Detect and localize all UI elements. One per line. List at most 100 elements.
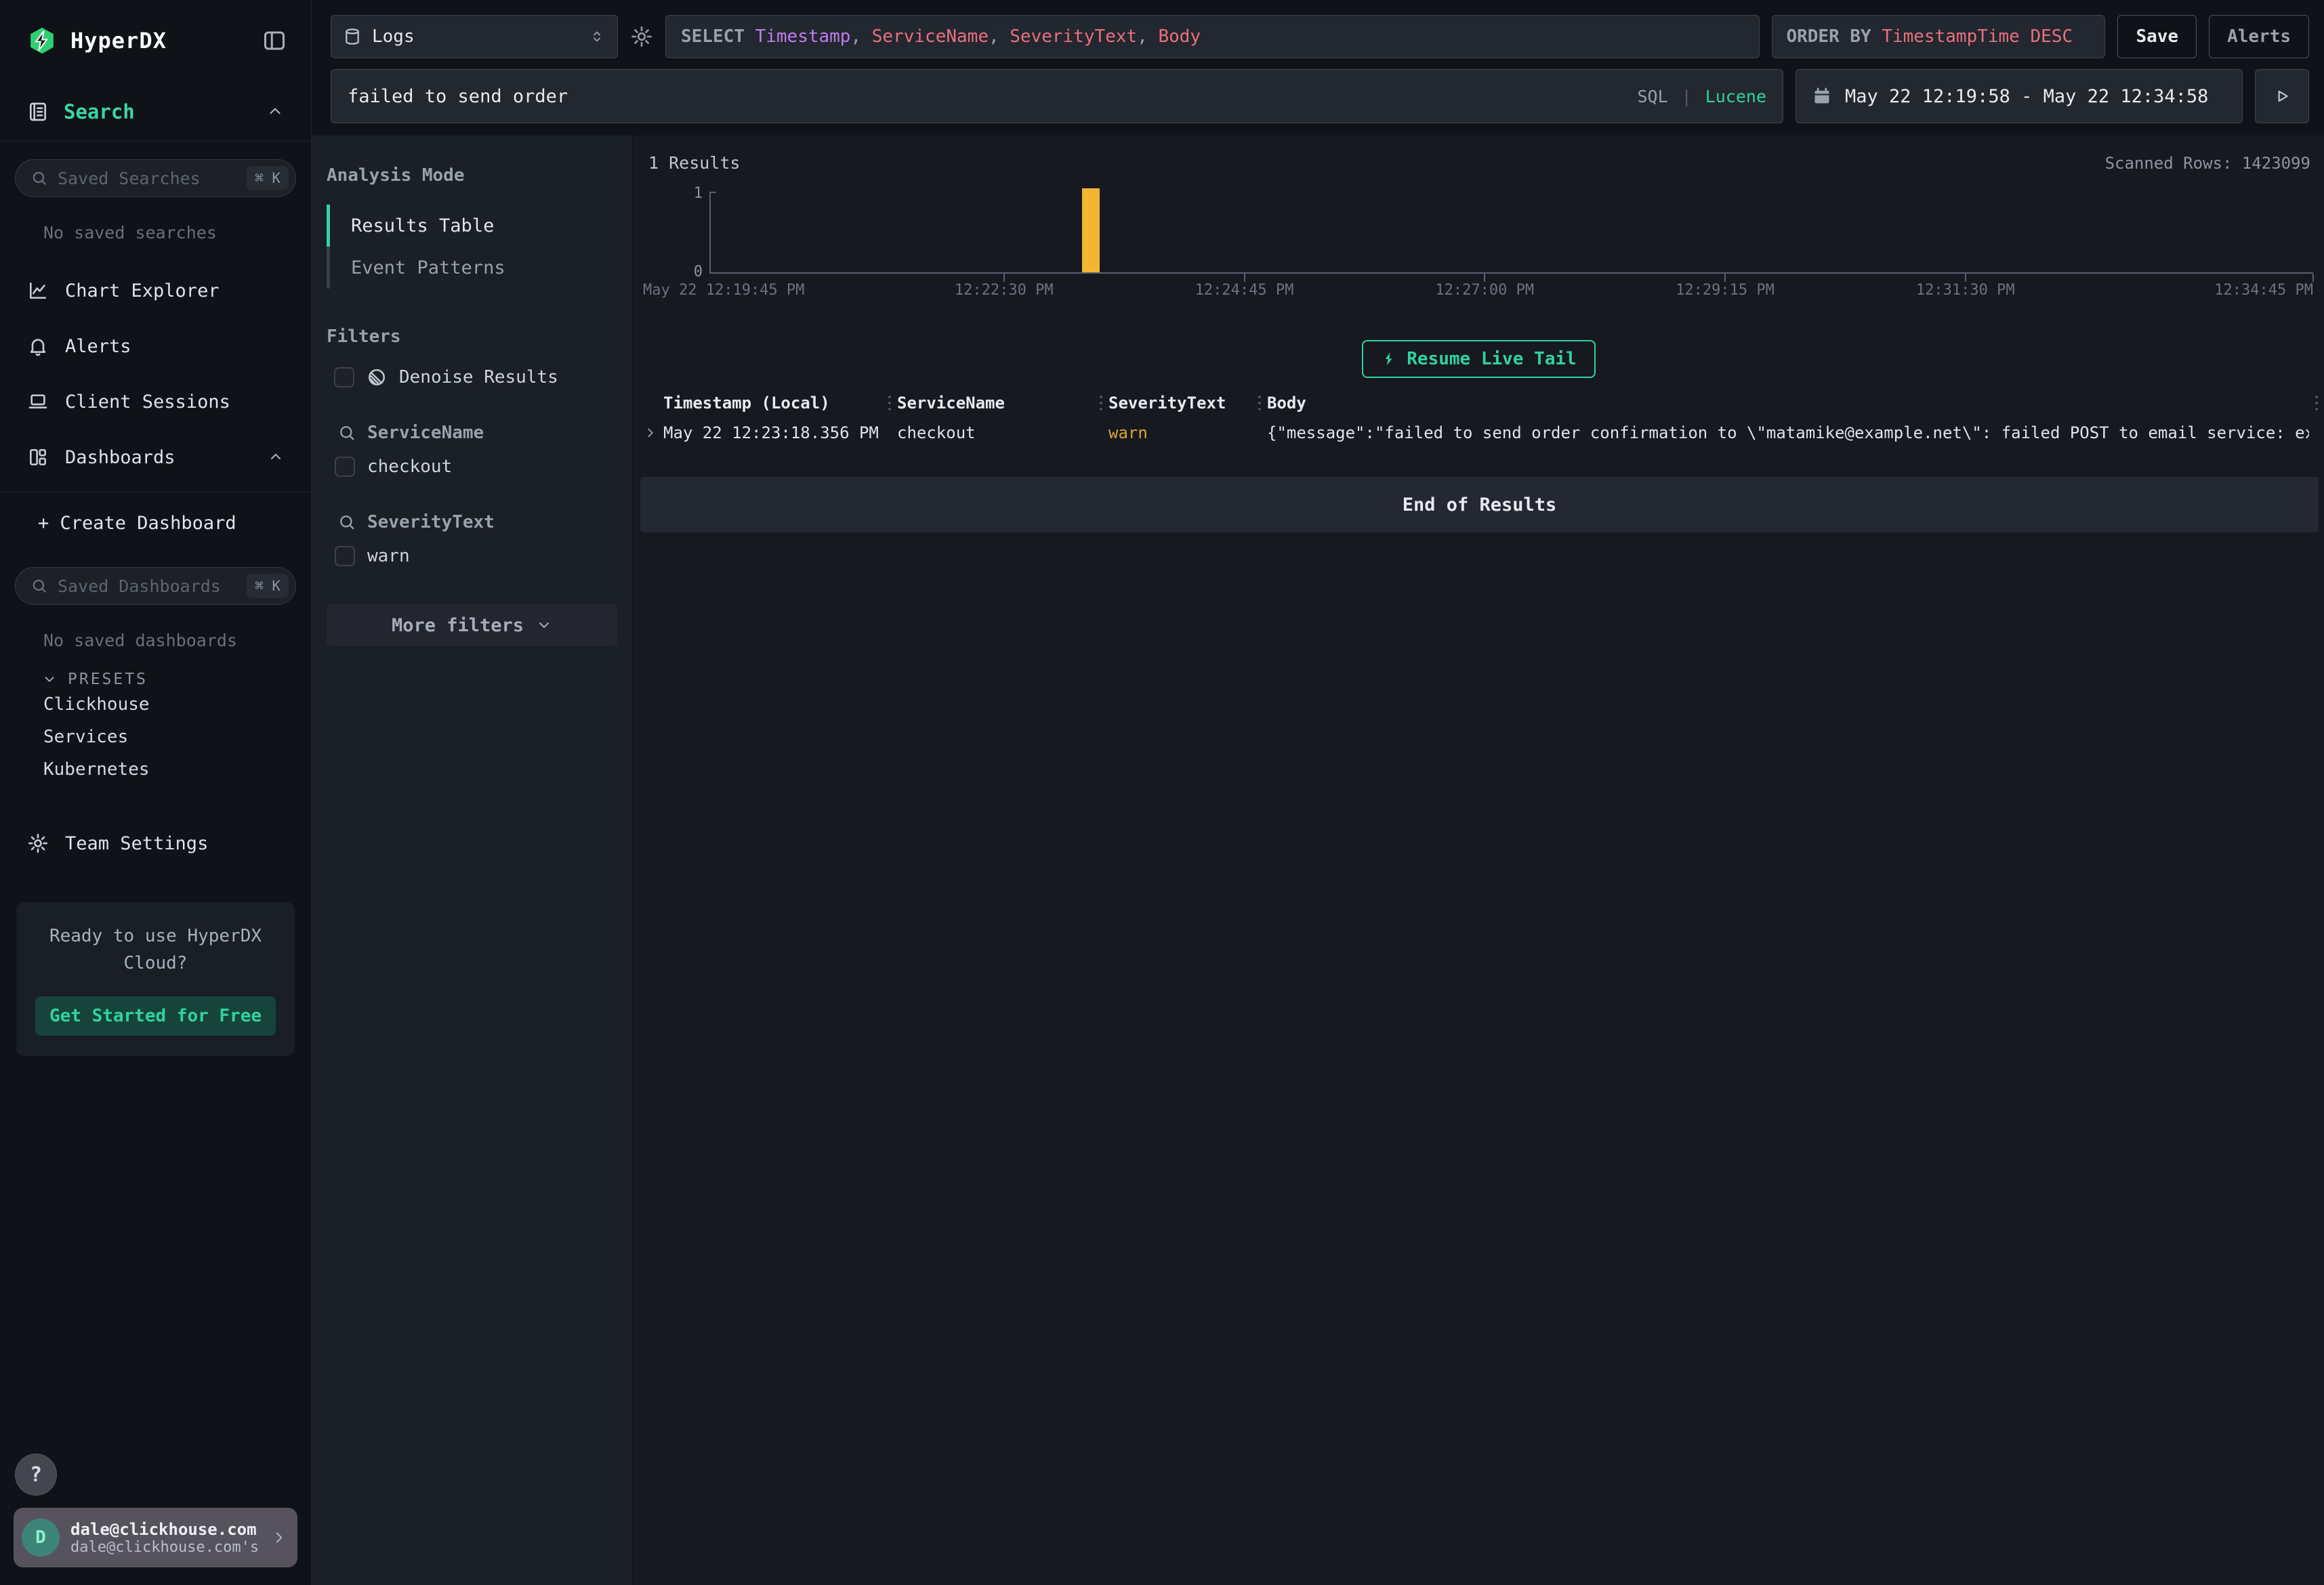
sidebar-item-search[interactable]: Search <box>0 100 311 142</box>
more-filters-button[interactable]: More filters <box>327 604 617 646</box>
chevron-up-icon[interactable] <box>268 449 284 465</box>
search-query-input[interactable]: failed to send order SQL | Lucene <box>331 69 1783 123</box>
filters-label: Filters <box>327 326 617 347</box>
create-dashboard-button[interactable]: + Create Dashboard <box>0 496 311 549</box>
x-axis-label: 12:27:00 PM <box>1435 282 1534 299</box>
checkout-checkbox[interactable] <box>335 457 355 477</box>
resume-live-tail-label: Resume Live Tail <box>1407 349 1576 369</box>
shortcut-badge: ⌘ K <box>247 574 289 598</box>
spacer <box>0 1056 311 1454</box>
topbar-row-1: Logs SELECT Timestamp, ServiceName, Seve… <box>331 15 2309 58</box>
sql-field-timestamp: Timestamp <box>755 26 851 47</box>
sidebar-item-chart-explorer[interactable]: Chart Explorer <box>0 263 311 318</box>
order-by-input[interactable]: ORDER BY TimestampTime DESC <box>1772 15 2105 58</box>
denoise-filter: Denoise Results <box>327 367 617 387</box>
saved-dashboards-field[interactable] <box>58 576 237 596</box>
live-tail-row: Resume Live Tail <box>634 340 2324 378</box>
chevron-up-icon[interactable] <box>266 103 284 121</box>
table-row[interactable]: May 22 12:23:18.356 PM checkout warn {"m… <box>634 419 2324 447</box>
sql-field-servicename: ServiceName <box>872 26 989 47</box>
user-subtext: dale@clickhouse.com's <box>70 1539 260 1556</box>
calendar-icon <box>1812 87 1831 106</box>
mode-results-table[interactable]: Results Table <box>351 205 617 247</box>
preset-clickhouse[interactable]: Clickhouse <box>0 688 311 721</box>
date-range-value: May 22 12:19:58 - May 22 12:34:58 <box>1845 86 2208 107</box>
presets-toggle[interactable]: PRESETS <box>0 671 311 688</box>
gear-icon <box>27 832 49 854</box>
column-resize-handle-icon[interactable] <box>1094 394 1108 412</box>
filter-option-label[interactable]: checkout <box>367 457 452 477</box>
avatar: D <box>22 1519 60 1557</box>
x-axis-label: 12:31:30 PM <box>1916 282 2015 299</box>
cell-timestamp: May 22 12:23:18.356 PM <box>663 423 882 442</box>
sidebar-item-team-settings[interactable]: Team Settings <box>0 816 311 871</box>
user-email: dale@clickhouse.com <box>70 1520 260 1539</box>
column-severitytext: SeverityText <box>1108 394 1252 413</box>
cell-severitytext: warn <box>1108 423 1252 442</box>
x-axis-line <box>709 272 2313 274</box>
sidebar-item-client-sessions[interactable]: Client Sessions <box>0 374 311 429</box>
row-expand-chevron-icon[interactable] <box>643 425 663 440</box>
saved-dashboards-input[interactable]: ⌘ K <box>15 567 296 605</box>
alerts-button[interactable]: Alerts <box>2209 15 2309 58</box>
preset-kubernetes[interactable]: Kubernetes <box>0 753 311 786</box>
search-section-label: Search <box>64 100 251 123</box>
denoise-checkbox[interactable] <box>334 367 354 387</box>
filter-group-header[interactable]: SeverityText <box>327 512 617 532</box>
saved-searches-input[interactable]: ⌘ K <box>15 159 296 197</box>
topbar-row-2: failed to send order SQL | Lucene May 22… <box>331 69 2309 123</box>
warn-checkbox[interactable] <box>335 546 355 566</box>
date-range-picker[interactable]: May 22 12:19:58 - May 22 12:34:58 <box>1796 69 2243 123</box>
comma: , <box>850 26 861 47</box>
end-of-results: End of Results <box>640 477 2319 532</box>
column-servicename: ServiceName <box>897 394 1094 413</box>
nav-label: Alerts <box>65 336 284 357</box>
results-count: 1 Results <box>648 153 740 173</box>
search-journal-icon <box>27 101 49 123</box>
resume-live-tail-button[interactable]: Resume Live Tail <box>1362 340 1595 378</box>
histogram-bar[interactable] <box>1082 188 1100 272</box>
source-select[interactable]: Logs <box>331 15 618 58</box>
analysis-mode-list: Results Table Event Patterns <box>327 205 617 289</box>
sidebar-nav: Chart Explorer Alerts Client Sessions Da… <box>0 263 311 485</box>
user-menu[interactable]: D dale@clickhouse.com dale@clickhouse.co… <box>14 1508 297 1567</box>
preset-services[interactable]: Services <box>0 721 311 753</box>
save-button[interactable]: Save <box>2117 15 2197 58</box>
nav-label: Chart Explorer <box>65 280 284 301</box>
select-updown-icon <box>589 28 605 45</box>
column-resize-handle-icon[interactable] <box>2309 394 2324 412</box>
no-saved-dashboards-text: No saved dashboards <box>0 631 311 650</box>
chart-line-icon <box>27 280 49 301</box>
source-settings-gear-icon[interactable] <box>630 25 653 48</box>
filter-group-header[interactable]: ServiceName <box>327 423 617 443</box>
select-columns-input[interactable]: SELECT Timestamp, ServiceName, SeverityT… <box>665 15 1760 58</box>
saved-searches-field[interactable] <box>58 169 237 188</box>
column-resize-handle-icon[interactable] <box>1252 394 1267 412</box>
mode-lucene-toggle[interactable]: Lucene <box>1705 87 1766 106</box>
cell-body: {"message":"failed to send order confirm… <box>1267 423 2309 442</box>
analysis-mode-label: Analysis Mode <box>327 165 617 186</box>
column-body: Body <box>1267 394 2309 413</box>
filter-option-label[interactable]: warn <box>367 546 410 566</box>
mode-event-patterns[interactable]: Event Patterns <box>351 247 617 289</box>
sidebar-item-alerts[interactable]: Alerts <box>0 318 311 374</box>
filter-group-servicename: ServiceName checkout <box>327 423 617 477</box>
database-icon <box>344 28 361 45</box>
x-axis-label: 12:22:30 PM <box>955 282 1054 299</box>
order-by-keyword: ORDER BY <box>1786 26 1871 47</box>
nav-label: Team Settings <box>65 833 284 854</box>
column-resize-handle-icon[interactable] <box>882 394 897 412</box>
laptop-icon <box>27 391 49 413</box>
results-area: 1 Results Scanned Rows: 1423099 1 0 May … <box>634 135 2324 1585</box>
dashboard-grid-icon <box>27 446 49 468</box>
sidebar-item-dashboards[interactable]: Dashboards <box>0 429 311 485</box>
mode-sql-toggle[interactable]: SQL <box>1637 87 1667 106</box>
hyperdx-logo-icon[interactable] <box>27 26 57 56</box>
plot-area: May 22 12:19:45 PM 12:22:30 PM 12:24:45 … <box>711 192 2313 274</box>
nav-label: Client Sessions <box>65 392 284 413</box>
sidebar-collapse-icon[interactable] <box>262 28 287 53</box>
help-button[interactable]: ? <box>15 1454 57 1496</box>
run-query-button[interactable] <box>2255 69 2309 123</box>
filter-group-name: SeverityText <box>367 512 495 532</box>
get-started-button[interactable]: Get Started for Free <box>35 996 276 1036</box>
